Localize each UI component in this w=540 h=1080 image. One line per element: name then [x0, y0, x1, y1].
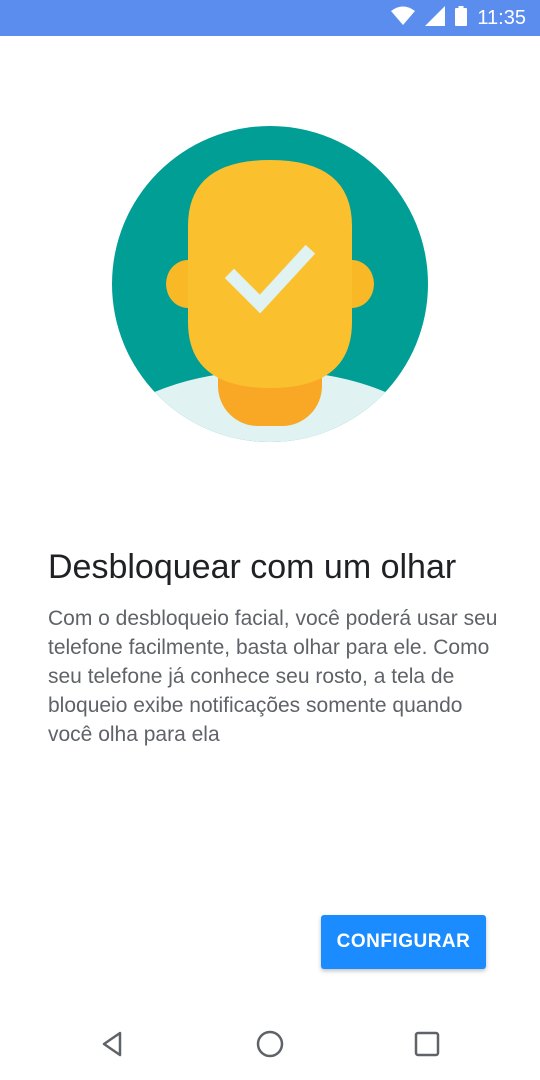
navigation-bar — [0, 1008, 540, 1080]
battery-icon — [455, 5, 468, 31]
configure-button[interactable]: CONFIGURAR — [321, 915, 486, 969]
home-icon[interactable] — [234, 1008, 306, 1080]
face-unlock-illustration — [112, 126, 428, 442]
page-title: Desbloquear com um olhar — [48, 548, 457, 586]
status-time: 11:35 — [477, 6, 526, 29]
back-icon[interactable] — [76, 1008, 148, 1080]
wifi-icon — [391, 6, 416, 31]
status-bar: 11:35 — [0, 0, 540, 36]
cellular-signal-icon — [425, 5, 446, 31]
recents-icon[interactable] — [391, 1008, 463, 1080]
page-description: Com o desbloqueio facial, você poderá us… — [48, 607, 498, 746]
